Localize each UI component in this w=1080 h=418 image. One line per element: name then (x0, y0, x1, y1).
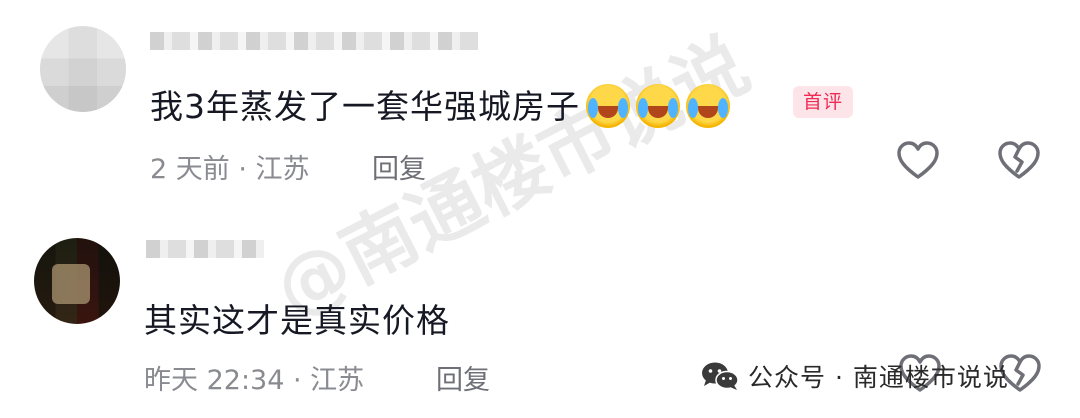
first-comment-badge: 首评 (793, 86, 854, 118)
wechat-watermark: 公众号 · 南通楼市说说 (700, 356, 1009, 396)
reply-button[interactable]: 回复 (436, 358, 490, 397)
crying-laughing-face-icon (586, 84, 630, 128)
comment-item: 我3年蒸发了一套华强城房子 首评 2 天前 · 江苏 回复 (0, 0, 1080, 210)
watermark-footer-text: 公众号 · 南通楼市说说 (748, 363, 1009, 392)
broken-heart-icon (998, 141, 1040, 179)
comment-text-body: 我3年蒸发了一套华强城房子 (150, 87, 580, 126)
comment-meta: 2 天前 · 江苏 (150, 154, 310, 185)
dislike-button[interactable] (997, 141, 1041, 181)
heart-outline-icon (897, 141, 939, 179)
username-blurred[interactable] (146, 240, 264, 258)
wechat-icon (702, 362, 739, 390)
reply-button[interactable]: 回复 (372, 147, 426, 186)
avatar[interactable] (34, 238, 120, 324)
comment-list: @南通楼市说说 我3年蒸发了一套华强城房子 首评 2 天前 · 江苏 回复 其实… (0, 0, 1080, 418)
like-button[interactable] (896, 141, 940, 181)
comment-text: 我3年蒸发了一套华强城房子 (150, 80, 730, 128)
username-blurred[interactable] (150, 32, 478, 50)
comment-meta: 昨天 22:34 · 江苏 (144, 365, 365, 396)
avatar[interactable] (40, 26, 126, 112)
crying-laughing-face-icon (686, 84, 730, 128)
comment-text: 其实这才是真实价格 (144, 301, 450, 340)
crying-laughing-face-icon (636, 84, 680, 128)
